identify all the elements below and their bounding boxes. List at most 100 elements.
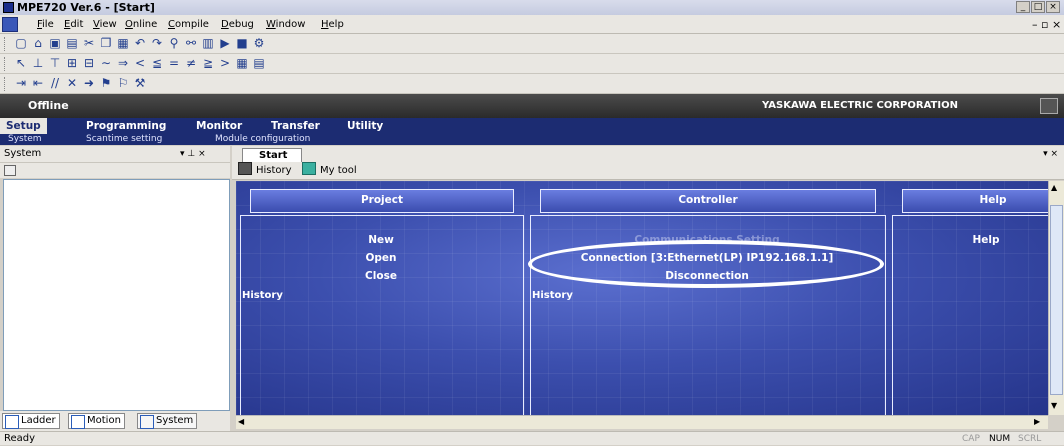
menu-debug[interactable]: Debug bbox=[220, 15, 255, 34]
history-button[interactable]: History bbox=[238, 162, 292, 180]
coil-icon[interactable]: ⊤ bbox=[48, 56, 62, 70]
build-icon[interactable]: ⚒ bbox=[133, 76, 147, 90]
monitor-icon[interactable]: ▤ bbox=[252, 56, 266, 70]
status-bar: Ready CAP NUM SCRL bbox=[0, 431, 1064, 445]
logo-icon bbox=[1040, 98, 1058, 114]
tab-motion[interactable]: Motion bbox=[68, 413, 125, 429]
project-new-link[interactable]: New bbox=[336, 234, 426, 246]
subtab-system[interactable]: System bbox=[8, 134, 42, 145]
comment-icon[interactable]: // bbox=[48, 76, 62, 90]
run-icon[interactable]: ▶ bbox=[218, 36, 232, 50]
system-panel-header: System ▾ ⊥ × bbox=[0, 146, 230, 162]
arrow-icon[interactable]: ⇒ bbox=[116, 56, 130, 70]
new-icon[interactable]: ▢ bbox=[14, 36, 28, 50]
tab-utility[interactable]: Utility bbox=[347, 118, 383, 134]
system-panel-tabs: Ladder Motion System bbox=[0, 411, 230, 431]
vertical-scrollbar[interactable]: ▲ ▼ bbox=[1048, 181, 1064, 415]
stop-icon[interactable]: ■ bbox=[235, 36, 249, 50]
tool-icon[interactable]: ⚙ bbox=[252, 36, 266, 50]
less-equal-icon[interactable]: ≦ bbox=[150, 56, 164, 70]
outdent-icon[interactable]: ⇤ bbox=[31, 76, 45, 90]
tab-ladder[interactable]: Ladder bbox=[2, 413, 60, 429]
minimize-button[interactable]: _ bbox=[1016, 1, 1030, 13]
bookmark-icon[interactable]: ⚑ bbox=[99, 76, 113, 90]
status-band: Offline YASKAWA ELECTRIC CORPORATION bbox=[0, 94, 1064, 118]
maximize-button[interactable]: □ bbox=[1031, 1, 1045, 13]
branch-icon[interactable]: ⊟ bbox=[82, 56, 96, 70]
tab-setup[interactable]: Setup bbox=[0, 118, 47, 134]
delete-icon[interactable]: ✕ bbox=[65, 76, 79, 90]
subtab-module-configuration[interactable]: Module configuration bbox=[215, 134, 310, 145]
mark-icon[interactable]: ⚐ bbox=[116, 76, 130, 90]
redo-icon[interactable]: ↷ bbox=[150, 36, 164, 50]
menu-bar: File Edit View Online Compile Debug Wind… bbox=[0, 15, 1064, 34]
tab-start[interactable]: Start bbox=[242, 148, 302, 162]
scroll-up-icon[interactable]: ▲ bbox=[1051, 183, 1057, 192]
find-icon[interactable]: ⚲ bbox=[167, 36, 181, 50]
wire-icon[interactable]: ∼ bbox=[99, 56, 113, 70]
help-link[interactable]: Help bbox=[936, 234, 1036, 246]
system-panel-controls[interactable]: ▾ ⊥ × bbox=[180, 146, 206, 162]
document-tab-controls[interactable]: ▾ × bbox=[1043, 146, 1058, 162]
table-icon[interactable]: ▦ bbox=[235, 56, 249, 70]
system-tree[interactable] bbox=[3, 179, 230, 411]
scrl-indicator: SCRL bbox=[1018, 434, 1042, 444]
copy-icon[interactable]: ❐ bbox=[99, 36, 113, 50]
project-close-link[interactable]: Close bbox=[336, 270, 426, 282]
tab-monitor[interactable]: Monitor bbox=[196, 118, 242, 134]
doc-window-controls[interactable]: – ▫ × bbox=[1032, 15, 1061, 34]
doc-icon bbox=[2, 17, 18, 32]
start-page: Project New Open Close History Controlle… bbox=[236, 181, 1048, 415]
mytool-icon bbox=[302, 162, 316, 175]
window-icon[interactable]: ▥ bbox=[201, 36, 215, 50]
subtab-scantime[interactable]: Scantime setting bbox=[86, 134, 162, 145]
document-tabs: Start ▾ × bbox=[232, 146, 1064, 162]
not-equal-icon[interactable]: ≠ bbox=[184, 56, 198, 70]
undo-icon[interactable]: ↶ bbox=[133, 36, 147, 50]
menu-help[interactable]: Help bbox=[320, 15, 345, 34]
replace-icon[interactable]: ⚯ bbox=[184, 36, 198, 50]
indent-icon[interactable]: ⇥ bbox=[14, 76, 28, 90]
less-than-icon[interactable]: < bbox=[133, 56, 147, 70]
menu-window[interactable]: Window bbox=[265, 15, 306, 34]
tab-transfer[interactable]: Transfer bbox=[271, 118, 320, 134]
menu-edit[interactable]: Edit bbox=[63, 15, 84, 34]
tab-system[interactable]: System bbox=[137, 413, 198, 429]
refresh-icon[interactable] bbox=[4, 165, 16, 176]
controller-header: Controller bbox=[540, 189, 876, 213]
history-icon bbox=[238, 162, 252, 175]
project-open-link[interactable]: Open bbox=[336, 252, 426, 264]
start-toolbar: History My tool bbox=[232, 162, 1064, 180]
select-icon[interactable]: ↖ bbox=[14, 56, 28, 70]
tab-programming[interactable]: Programming bbox=[86, 118, 166, 134]
open-icon[interactable]: ⌂ bbox=[31, 36, 45, 50]
scroll-right-icon[interactable]: ▶ bbox=[1034, 417, 1040, 426]
paste-icon[interactable]: ▦ bbox=[116, 36, 130, 50]
menu-view[interactable]: View bbox=[92, 15, 118, 34]
greater-than-icon[interactable]: > bbox=[218, 56, 232, 70]
scroll-left-icon[interactable]: ◀ bbox=[238, 417, 244, 426]
greater-equal-icon[interactable]: ≧ bbox=[201, 56, 215, 70]
mytool-button[interactable]: My tool bbox=[302, 162, 357, 180]
project-history-label: History bbox=[242, 290, 283, 301]
equal-icon[interactable]: = bbox=[167, 56, 181, 70]
close-button[interactable]: × bbox=[1046, 1, 1060, 13]
menu-online[interactable]: Online bbox=[124, 15, 158, 34]
menu-compile[interactable]: Compile bbox=[167, 15, 210, 34]
save-icon[interactable]: ▣ bbox=[48, 36, 62, 50]
ribbon-tabs: Setup Programming Monitor Transfer Utili… bbox=[0, 118, 1064, 134]
system-panel-title: System bbox=[4, 148, 42, 159]
scroll-thumb[interactable] bbox=[1050, 205, 1063, 395]
highlight-ellipse bbox=[528, 240, 884, 288]
ladder-icon bbox=[5, 415, 19, 429]
ladder-toolbar: ↖ ⊥ ⊤ ⊞ ⊟ ∼ ⇒ < ≦ = ≠ ≧ > ▦ ▤ bbox=[0, 54, 1064, 74]
print-icon[interactable]: ▤ bbox=[65, 36, 79, 50]
menu-file[interactable]: File bbox=[36, 15, 55, 34]
horizontal-scrollbar[interactable]: ◀ ▶ bbox=[236, 415, 1048, 429]
jump-icon[interactable]: ➜ bbox=[82, 76, 96, 90]
contact-icon[interactable]: ⊥ bbox=[31, 56, 45, 70]
line-icon[interactable]: ⊞ bbox=[65, 56, 79, 70]
scroll-down-icon[interactable]: ▼ bbox=[1051, 401, 1057, 410]
cut-icon[interactable]: ✂ bbox=[82, 36, 96, 50]
edit-toolbar: ⇥ ⇤//✕ ➜ ⚑ ⚐ ⚒ bbox=[0, 74, 1064, 94]
